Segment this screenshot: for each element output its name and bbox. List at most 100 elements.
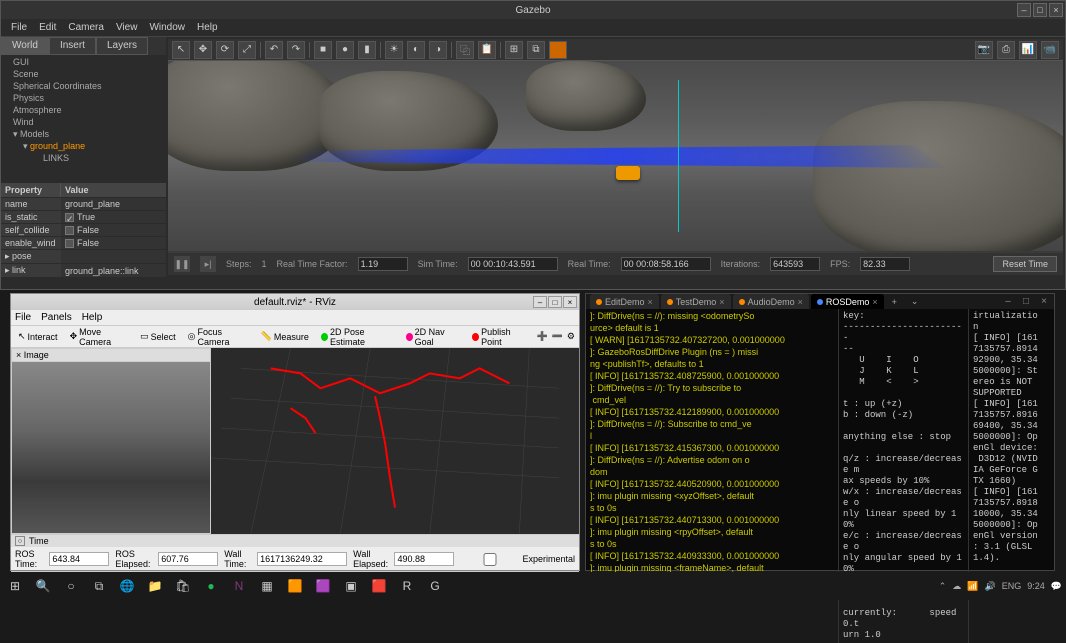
rviz-icon[interactable]: R — [396, 575, 418, 597]
tab-world[interactable]: World — [1, 37, 49, 55]
copy-icon[interactable]: ⿻ — [456, 41, 474, 59]
clock[interactable]: 9:24 — [1027, 581, 1045, 591]
magnet-icon[interactable]: ⧉ — [527, 41, 545, 59]
publish-point-button[interactable]: Publish Point — [469, 326, 530, 348]
minimize-button[interactable]: – — [533, 296, 547, 308]
collapse-icon[interactable]: ○ — [15, 536, 25, 546]
tree-item[interactable]: Physics — [7, 93, 160, 105]
notifications-icon[interactable]: 💬 — [1051, 581, 1062, 592]
explorer-icon[interactable]: 📁 — [144, 575, 166, 597]
realtime-input[interactable] — [621, 257, 711, 271]
prop-value[interactable]: False — [61, 224, 166, 236]
prop-value[interactable]: False — [61, 237, 166, 249]
cylinder-icon[interactable]: ▮ — [358, 41, 376, 59]
start-icon[interactable]: ⊞ — [4, 575, 26, 597]
spotify-icon[interactable]: ● — [200, 575, 222, 597]
close-button[interactable]: × — [1038, 296, 1050, 308]
chart-icon[interactable]: 📊 — [1019, 41, 1037, 59]
tab-insert[interactable]: Insert — [49, 37, 96, 55]
store-icon[interactable]: 🛍 — [172, 575, 194, 597]
checkbox-icon[interactable] — [65, 226, 74, 235]
tray-icon[interactable]: ⌃ — [939, 581, 947, 592]
snap-icon[interactable]: ⊞ — [505, 41, 523, 59]
menu-file[interactable]: File — [11, 22, 27, 33]
move-camera-button[interactable]: ✥Move Camera — [67, 326, 132, 348]
menu-file[interactable]: File — [15, 312, 31, 323]
menu-help[interactable]: Help — [82, 312, 103, 323]
tree-item[interactable]: Atmosphere — [7, 105, 160, 117]
prop-value[interactable]: ✓True — [61, 211, 166, 223]
rviz-3d-view[interactable] — [211, 348, 579, 534]
maximize-button[interactable]: □ — [548, 296, 562, 308]
tree-item[interactable]: Spherical Coordinates — [7, 81, 160, 93]
gazebo-3d-view[interactable] — [168, 61, 1063, 251]
wifi-icon[interactable]: 📶 — [967, 581, 978, 592]
terminal-tab[interactable]: EditDemo× — [590, 294, 659, 309]
close-tab-icon[interactable]: × — [719, 297, 724, 307]
search-icon[interactable]: 🔍 — [32, 575, 54, 597]
tree-item[interactable]: Scene — [7, 69, 160, 81]
iter-input[interactable] — [770, 257, 820, 271]
language-icon[interactable]: ENG — [1002, 581, 1022, 591]
onedrive-icon[interactable]: ☁ — [952, 581, 961, 592]
close-tab-icon[interactable]: × — [872, 297, 877, 307]
light-icon[interactable]: ☀ — [385, 41, 403, 59]
sphere-icon[interactable]: ● — [336, 41, 354, 59]
tree-item[interactable]: ▾ Models — [7, 129, 160, 141]
rotate-icon[interactable]: ⟳ — [216, 41, 234, 59]
spot-icon[interactable]: ◐ — [407, 41, 425, 59]
taskview-icon[interactable]: ⧉ — [88, 575, 110, 597]
close-panel-icon[interactable]: × — [16, 350, 21, 360]
minus-icon[interactable]: ➖ — [552, 331, 563, 342]
scale-icon[interactable]: ⤢ — [238, 41, 256, 59]
edge-icon[interactable]: 🌐 — [116, 575, 138, 597]
checkbox-icon[interactable]: ✓ — [65, 213, 74, 222]
undo-icon[interactable]: ↶ — [265, 41, 283, 59]
pose-estimate-button[interactable]: 2D Pose Estimate — [318, 326, 397, 348]
cortana-icon[interactable]: ○ — [60, 575, 82, 597]
reset-time-button[interactable]: Reset Time — [993, 256, 1057, 272]
close-tab-icon[interactable]: × — [798, 297, 803, 307]
wall-time-input[interactable] — [257, 552, 347, 566]
arrow-icon[interactable]: ↖ — [172, 41, 190, 59]
close-button[interactable]: × — [1049, 3, 1063, 17]
menu-help[interactable]: Help — [197, 22, 218, 33]
close-button[interactable]: × — [563, 296, 577, 308]
gazebo-viewport[interactable]: ↖ ✥ ⟳ ⤢ ↶ ↷ ■ ● ▮ ☀ ◐ ◑ ⿻ 📋 ⊞ ⧉ — [168, 39, 1063, 275]
step-button[interactable]: ▸| — [200, 256, 216, 272]
box-icon[interactable]: ■ — [314, 41, 332, 59]
video-icon[interactable]: 📹 — [1041, 41, 1059, 59]
prop-key[interactable]: ▸ link — [1, 264, 61, 277]
app-icon[interactable]: 🟥 — [368, 575, 390, 597]
tree-item[interactable]: ▾ ground_plane — [7, 141, 160, 153]
terminal-tab[interactable]: ROSDemo× — [811, 294, 884, 309]
menu-view[interactable]: View — [116, 22, 138, 33]
terminal-tab[interactable]: TestDemo× — [661, 294, 731, 309]
gear-icon[interactable]: ⚙ — [567, 331, 575, 342]
onenote-icon[interactable]: N — [228, 575, 250, 597]
simtime-input[interactable] — [468, 257, 558, 271]
app-icon[interactable]: 🟪 — [312, 575, 334, 597]
ros-time-input[interactable] — [49, 552, 109, 566]
ros-elapsed-input[interactable] — [158, 552, 218, 566]
maximize-button[interactable]: □ — [1033, 3, 1047, 17]
menu-edit[interactable]: Edit — [39, 22, 56, 33]
minimize-button[interactable]: – — [1002, 296, 1014, 308]
log-icon[interactable]: ⎙ — [997, 41, 1015, 59]
nav-goal-button[interactable]: 2D Nav Goal — [403, 326, 464, 348]
redo-icon[interactable]: ↷ — [287, 41, 305, 59]
select-button[interactable]: ▭Select — [137, 330, 179, 343]
prop-key[interactable]: ▸ pose — [1, 250, 61, 263]
checkbox-icon[interactable] — [65, 239, 74, 248]
minimize-button[interactable]: – — [1017, 3, 1031, 17]
wall-elapsed-input[interactable] — [394, 552, 454, 566]
time-panel-header[interactable]: ○Time — [11, 535, 579, 547]
plus-icon[interactable]: ➕ — [536, 331, 547, 342]
directional-icon[interactable]: ◑ — [429, 41, 447, 59]
fps-input[interactable] — [860, 257, 910, 271]
app-icon[interactable]: ▦ — [256, 575, 278, 597]
terminal-tab[interactable]: AudioDemo× — [733, 294, 809, 309]
maximize-button[interactable]: □ — [1020, 296, 1032, 308]
tab-dropdown[interactable]: ⌄ — [905, 294, 925, 309]
app-icon[interactable]: 🟧 — [284, 575, 306, 597]
